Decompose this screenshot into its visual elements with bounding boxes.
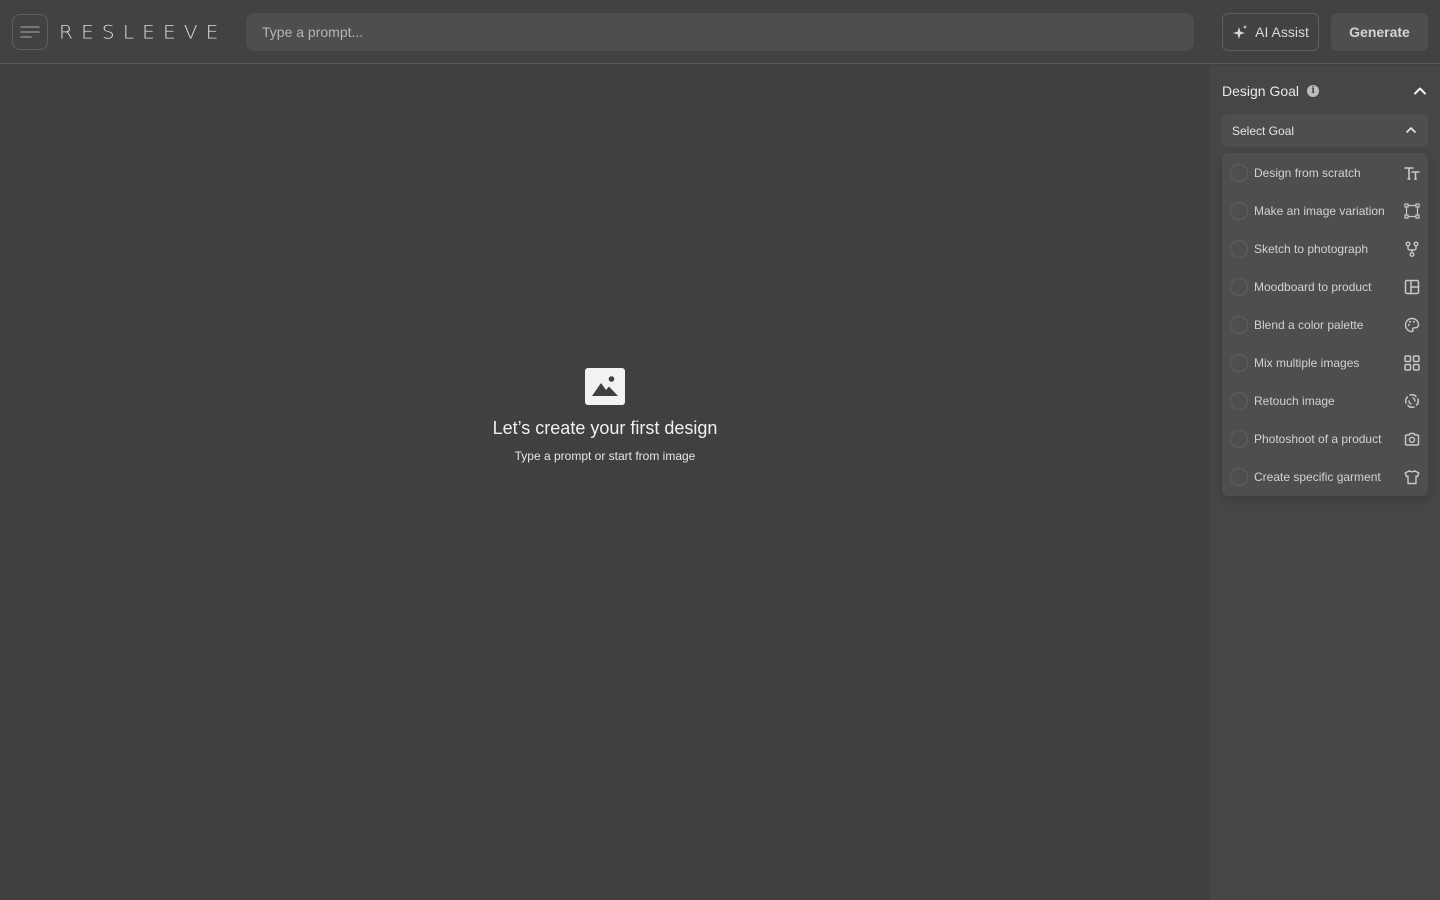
radio-button[interactable]	[1230, 392, 1248, 410]
menu-button[interactable]	[12, 14, 48, 50]
hamburger-icon	[20, 26, 40, 38]
goal-option-label: Photoshoot of a product	[1254, 432, 1382, 446]
chevron-up-icon	[1414, 87, 1426, 95]
design-canvas	[0, 65, 1210, 900]
radio-button[interactable]	[1230, 354, 1248, 372]
goal-option[interactable]: Mix multiple images	[1222, 344, 1428, 382]
select-goal-dropdown[interactable]: Select Goal	[1222, 114, 1428, 147]
radio-button[interactable]	[1230, 202, 1248, 220]
empty-state-subtitle: Type a prompt or start from image	[514, 449, 696, 463]
goal-option[interactable]: Blend a color palette	[1222, 306, 1428, 344]
goal-option[interactable]: Design from scratch	[1222, 154, 1428, 192]
goal-option-label: Mix multiple images	[1254, 356, 1360, 370]
goal-option-label: Sketch to photograph	[1254, 242, 1369, 256]
prompt-input[interactable]	[246, 13, 1194, 51]
goal-option[interactable]: Create specific garment	[1222, 458, 1428, 496]
goal-option-label: Moodboard to product	[1254, 280, 1372, 294]
branch-icon	[1405, 241, 1419, 257]
radio-button[interactable]	[1230, 430, 1248, 448]
info-icon[interactable]: i	[1307, 85, 1320, 97]
text-size-icon	[1404, 167, 1420, 180]
goal-option-label: Design from scratch	[1254, 166, 1361, 180]
spinner-icon	[1404, 393, 1420, 409]
ai-assist-label: AI Assist	[1255, 24, 1309, 40]
goal-options-list: Design from scratch Make an image variat…	[1222, 153, 1428, 496]
empty-state-title: Let’s create your first design	[492, 418, 718, 438]
goal-option-label: Make an image variation	[1254, 204, 1385, 218]
goal-option[interactable]: Make an image variation	[1222, 192, 1428, 230]
goal-option[interactable]: Sketch to photograph	[1222, 230, 1428, 268]
radio-button[interactable]	[1230, 468, 1248, 486]
sparkle-icon	[1233, 24, 1248, 39]
design-goal-header: Design Goal i	[1222, 82, 1428, 100]
goal-option-label: Retouch image	[1254, 394, 1335, 408]
goal-option[interactable]: Retouch image	[1222, 382, 1428, 420]
transform-icon	[1404, 203, 1420, 219]
ai-assist-button[interactable]: AI Assist	[1222, 13, 1319, 51]
goal-option-label: Create specific garment	[1254, 470, 1381, 484]
top-bar: RESLEEVE AI Assist Generate	[0, 0, 1440, 64]
image-icon	[585, 368, 625, 405]
empty-state: Let’s create your first design Type a pr…	[0, 368, 1210, 464]
chevron-up-icon	[1406, 127, 1416, 133]
radio-button[interactable]	[1230, 240, 1248, 258]
radio-button[interactable]	[1230, 278, 1248, 296]
app-logo: RESLEEVE	[59, 20, 227, 44]
right-sidebar: Design Goal i Select Goal Design from sc…	[1210, 65, 1440, 900]
goal-option[interactable]: Photoshoot of a product	[1222, 420, 1428, 458]
layout-icon	[1404, 279, 1420, 295]
generate-button[interactable]: Generate	[1331, 13, 1428, 51]
grid-icon	[1404, 355, 1420, 371]
camera-icon	[1404, 432, 1420, 446]
collapse-section-button[interactable]	[1412, 83, 1428, 99]
shirt-icon	[1404, 470, 1420, 485]
goal-option[interactable]: Moodboard to product	[1222, 268, 1428, 306]
radio-button[interactable]	[1230, 316, 1248, 334]
select-goal-label: Select Goal	[1232, 123, 1295, 138]
design-goal-title: Design Goal	[1222, 83, 1300, 99]
goal-option-label: Blend a color palette	[1254, 318, 1364, 332]
palette-icon	[1404, 317, 1420, 333]
radio-button[interactable]	[1230, 164, 1248, 182]
